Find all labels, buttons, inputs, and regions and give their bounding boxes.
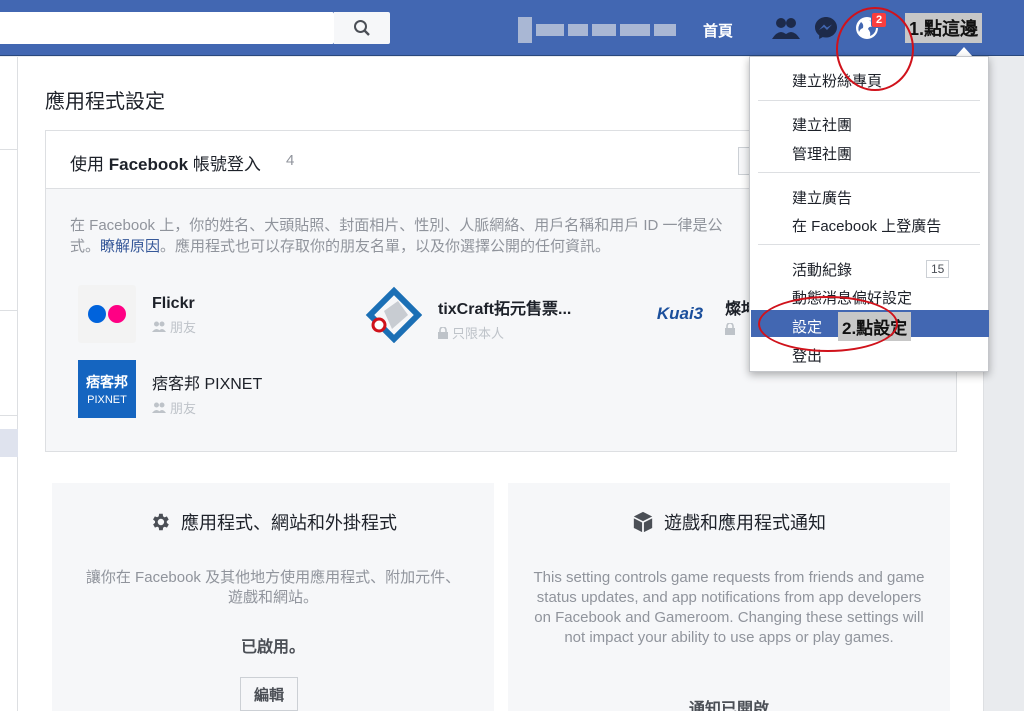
home-link[interactable]: 首頁: [703, 20, 733, 41]
app-audience: 只限本人: [452, 326, 505, 341]
sidebar-item-selected[interactable]: [0, 429, 18, 457]
sidebar-divider: [0, 415, 18, 416]
card-title: 應用程式、網站和外掛程式: [181, 513, 397, 533]
search-icon: [354, 20, 370, 36]
card-status: 已啟用。: [240, 639, 305, 656]
gear-icon: [153, 513, 169, 531]
app-item-tkec[interactable]: Kuai3 燦坤: [651, 285, 757, 343]
app-item-flickr[interactable]: Flickr 朋友: [78, 285, 196, 343]
messenger-icon[interactable]: [814, 16, 838, 40]
menu-divider: [758, 244, 980, 245]
menu-divider: [758, 100, 980, 101]
friends-icon: [152, 321, 166, 332]
game-app-notifications-card: 遊戲和應用程式通知 This setting controls game req…: [508, 483, 950, 711]
menu-divider: [758, 172, 980, 173]
menu-item-manage-groups[interactable]: 管理社團: [792, 143, 852, 164]
box-icon: [633, 511, 653, 533]
app-name: tixCraft拓元售票...: [438, 301, 572, 318]
app-name: Flickr: [152, 295, 195, 312]
annotation-step-1: 1.點這邊: [905, 13, 983, 43]
profile-name-blurred[interactable]: [518, 16, 683, 44]
lock-icon: [438, 326, 448, 339]
learn-why-link[interactable]: 瞭解原因: [100, 238, 160, 255]
edit-button[interactable]: 編輯: [240, 677, 298, 711]
sidebar-divider: [0, 149, 18, 150]
menu-item-advertise[interactable]: 在 Facebook 上登廣告: [792, 215, 941, 236]
kuai3-logo: Kuai3: [656, 304, 704, 323]
card-description: 讓你在 Facebook 及其他地方使用應用程式、附加元件、遊戲和網站。: [85, 569, 461, 606]
tixcraft-logo: [364, 285, 422, 343]
page-title: 應用程式設定: [45, 91, 165, 113]
annotation-circle: [836, 7, 914, 91]
sidebar-divider: [0, 310, 18, 311]
apps-websites-plugins-card: 應用程式、網站和外掛程式 讓你在 Facebook 及其他地方使用應用程式、附加…: [52, 483, 494, 711]
card-description: This setting controls game requests from…: [533, 569, 925, 646]
menu-item-create-ads[interactable]: 建立廣告: [792, 187, 852, 208]
app-count: 4: [286, 152, 295, 169]
search-button[interactable]: [334, 12, 390, 44]
card-status: 通知已開啟: [688, 701, 769, 711]
app-item-pixnet[interactable]: 痞客邦 PIXNET 痞客邦 PIXNET 朋友: [78, 360, 262, 418]
fb-login-description: 在 Facebook 上，你的姓名、大頭貼照、封面相片、性別、人脈網絡、用戶名稱…: [70, 217, 723, 255]
app-name: 痞客邦 PIXNET: [152, 376, 263, 393]
friends-icon: [152, 402, 166, 413]
left-sidebar: [0, 57, 18, 711]
menu-item-activity-log[interactable]: 活動紀錄: [792, 259, 852, 280]
annotation-circle: [758, 296, 898, 352]
friend-requests-icon[interactable]: [772, 17, 800, 39]
app-audience: 朋友: [170, 401, 197, 416]
activity-count-badge: 15: [926, 260, 950, 278]
app-item-tixcraft[interactable]: tixCraft拓元售票... 只限本人: [364, 285, 571, 343]
pixnet-logo: 痞客邦 PIXNET: [78, 360, 136, 418]
app-audience: 朋友: [170, 320, 197, 335]
fb-login-title: 使用 Facebook 帳號登入: [70, 155, 261, 174]
search-input[interactable]: [0, 12, 334, 44]
card-title: 遊戲和應用程式通知: [664, 513, 826, 533]
menu-item-create-group[interactable]: 建立社團: [792, 114, 852, 135]
flickr-logo: [78, 285, 136, 343]
lock-icon: [725, 323, 735, 335]
